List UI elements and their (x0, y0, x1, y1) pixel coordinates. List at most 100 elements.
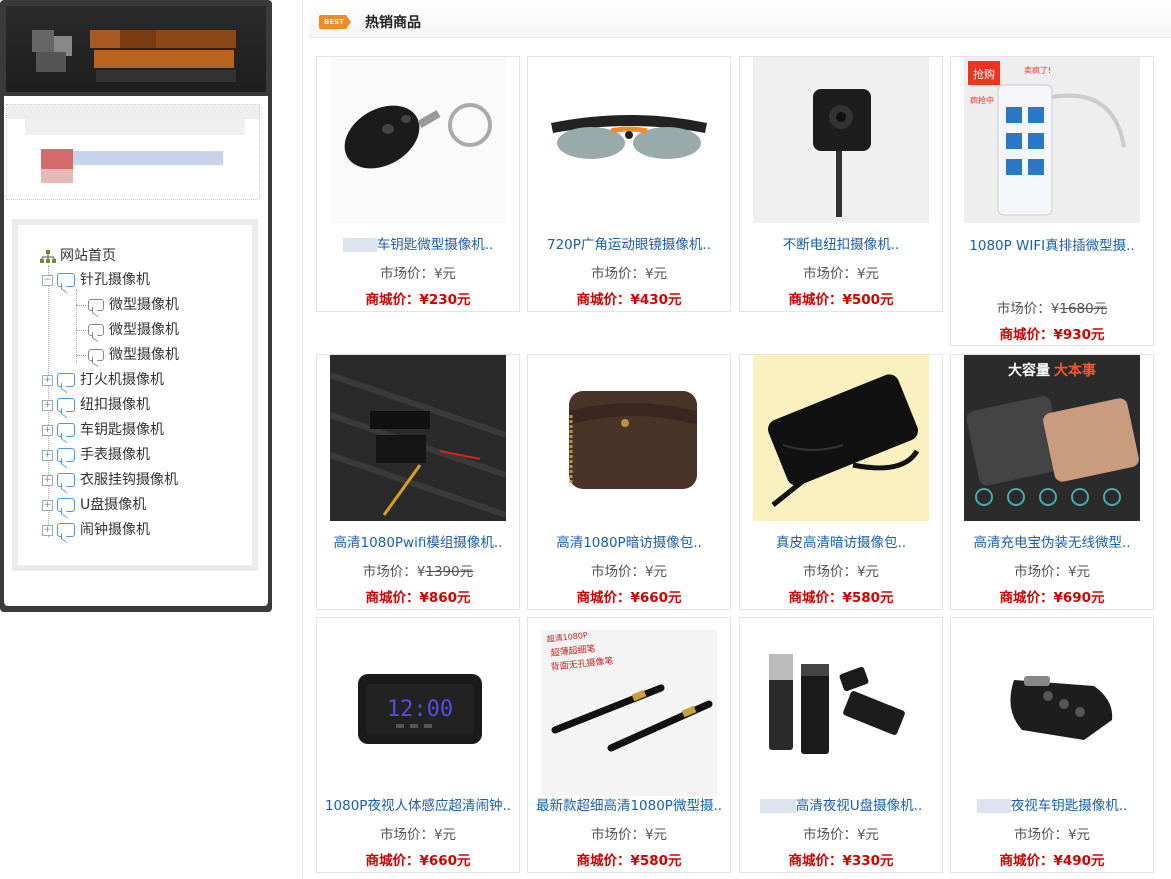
mall-price: 商城价：¥660元 (576, 590, 682, 606)
mall-price: 商城价：¥860元 (365, 590, 471, 606)
product-card[interactable]: 车钥匙微型摄像机.. 市场价：¥元 商城价：¥230元 (316, 56, 520, 312)
product-card[interactable]: 720P广角运动眼镜摄像机.. 市场价：¥元 商城价：¥430元 (527, 56, 731, 312)
product-card[interactable]: 夜视车钥匙摄像机.. 市场价：¥元 商城价：¥490元 (950, 617, 1154, 873)
expand-icon[interactable]: + (42, 374, 53, 386)
tree-item[interactable]: + 纽扣摄像机 (42, 394, 150, 416)
market-price: 市场价：¥元 (802, 564, 880, 580)
power-strip-camera-image[interactable]: 抢购 卖疯了! 疯抢中 (964, 57, 1140, 223)
tree-subitem-label: 微型摄像机 (109, 322, 179, 338)
tree-subitem-label: 微型摄像机 (109, 347, 179, 363)
product-card[interactable]: 大容量 大本事 高清充电宝伪装无线微型.. 市场价：¥元 商城价：¥690元 (950, 354, 1154, 610)
product-card[interactable]: 12:00 1080P夜视人体感应超清闹钟.. 市场价：¥元 商城价：¥660元 (316, 617, 520, 873)
svg-text:疯抢中: 疯抢中 (970, 95, 994, 105)
market-price: 市场价：¥元 (802, 827, 880, 843)
category-tree-panel: 网站首页 − 针孔摄像机 微型摄像机 微型摄像机 微型摄像机 + 打火机摄像机 … (12, 219, 258, 571)
expand-icon[interactable]: + (42, 499, 53, 511)
wifi-module-camera-image[interactable] (330, 355, 506, 521)
tree-item[interactable]: + 打火机摄像机 (42, 369, 164, 391)
market-price: 市场价：¥元 (590, 266, 668, 282)
product-name-link[interactable]: 夜视车钥匙摄像机.. (953, 794, 1151, 814)
tree-item[interactable]: + 闹钟摄像机 (42, 519, 150, 541)
folder-bubble-icon (57, 373, 75, 387)
collapse-icon[interactable]: − (42, 274, 53, 286)
tree-subitem[interactable]: 微型摄像机 (76, 344, 179, 366)
expand-icon[interactable]: + (42, 449, 53, 461)
market-price: 市场价：¥元 (1013, 564, 1091, 580)
button-camera-image[interactable] (753, 57, 929, 223)
alarm-clock-camera-image[interactable]: 12:00 (330, 630, 506, 796)
product-card[interactable]: 超清1080P 超薄超细笔 背面无孔摄像笔 最新款超细高清1080P微型摄.. 市场… (527, 617, 731, 873)
product-name[interactable]: 车钥匙微型摄像机.. (377, 237, 494, 253)
tree-item-label: 闹钟摄像机 (80, 522, 150, 538)
leaf-bubble-icon (88, 349, 104, 361)
handbag-camera-image[interactable] (541, 355, 717, 521)
market-price: 市场价：¥1390元 (362, 564, 474, 580)
expand-icon[interactable]: + (42, 524, 53, 536)
brand-logo-banner (6, 6, 266, 92)
product-name[interactable]: 高清夜视U盘摄像机.. (796, 798, 922, 814)
product-name-link[interactable]: 车钥匙微型摄像机.. (319, 233, 517, 253)
product-card[interactable]: 不断电纽扣摄像机.. 市场价：¥元 商城价：¥500元 (739, 56, 943, 312)
wallet-camera-image[interactable] (753, 355, 929, 521)
product-card[interactable]: 抢购 卖疯了! 疯抢中 1080P WIFI真排插微型摄.. 市场价：¥1680元 … (950, 56, 1154, 346)
tree-item-label: 衣服挂钩摄像机 (80, 472, 178, 488)
power-bank-camera-image[interactable]: 大容量 大本事 (964, 355, 1140, 521)
expand-icon[interactable]: + (42, 474, 53, 486)
product-name[interactable]: 1080P夜视人体感应超清闹钟.. (319, 794, 517, 814)
folder-bubble-icon (57, 398, 75, 412)
expand-icon[interactable]: + (42, 399, 53, 411)
tree-root[interactable]: 网站首页 (40, 245, 116, 267)
market-price: 市场价：¥元 (590, 827, 668, 843)
tree-subitem[interactable]: 微型摄像机 (76, 319, 179, 341)
mall-price: 商城价：¥230元 (365, 292, 471, 308)
sitemap-icon (40, 249, 56, 263)
product-card[interactable]: 高清1080Pwifi模组摄像机.. 市场价：¥1390元 商城价：¥860元 (316, 354, 520, 610)
mall-price: 商城价：¥490元 (999, 853, 1105, 869)
mall-price: 商城价：¥500元 (788, 292, 894, 308)
expand-icon[interactable]: + (42, 424, 53, 436)
tree-item-label: U盘摄像机 (80, 497, 147, 513)
product-name[interactable]: 夜视车钥匙摄像机.. (1011, 798, 1128, 814)
product-name[interactable]: 最新款超细高清1080P微型摄.. (530, 794, 728, 814)
svg-text:卖疯了!: 卖疯了! (1024, 65, 1051, 75)
folder-bubble-icon (57, 473, 75, 487)
market-price: 市场价：¥1680元 (996, 301, 1108, 317)
shop-info-box (6, 104, 260, 200)
svg-text:抢购: 抢购 (973, 67, 995, 81)
folder-bubble-icon (57, 423, 75, 437)
tree-subitem-label: 微型摄像机 (109, 297, 179, 313)
product-name-link[interactable]: 高清夜视U盘摄像机.. (742, 794, 940, 814)
car-key-camera-image[interactable] (330, 57, 506, 223)
usb-camera-image[interactable] (753, 630, 929, 796)
tree-item-label: 车钥匙摄像机 (80, 422, 164, 438)
mall-price: 商城价：¥580元 (576, 853, 682, 869)
car-key-camera-2-image[interactable] (964, 630, 1140, 796)
tree-item[interactable]: + 车钥匙摄像机 (42, 419, 164, 441)
tree-subitem[interactable]: 微型摄像机 (76, 294, 179, 316)
leaf-bubble-icon (88, 324, 104, 336)
product-card[interactable]: 真皮高清暗访摄像包.. 市场价：¥元 商城价：¥580元 (739, 354, 943, 610)
pen-camera-image[interactable]: 超清1080P 超薄超细笔 背面无孔摄像笔 (541, 630, 717, 796)
product-name[interactable]: 不断电纽扣摄像机.. (742, 233, 940, 253)
product-name[interactable]: 真皮高清暗访摄像包.. (742, 531, 940, 551)
folder-bubble-icon (57, 498, 75, 512)
mall-price: 商城价：¥580元 (788, 590, 894, 606)
section-header: BEST 热销商品 (309, 4, 1171, 38)
product-name[interactable]: 1080P WIFI真排插微型摄.. (953, 233, 1151, 260)
mall-price: 商城价：¥330元 (788, 853, 894, 869)
tree-item[interactable]: + 衣服挂钩摄像机 (42, 469, 178, 491)
folder-bubble-icon (57, 523, 75, 537)
product-name[interactable]: 720P广角运动眼镜摄像机.. (530, 233, 728, 253)
tree-item[interactable]: + 手表摄像机 (42, 444, 150, 466)
product-name[interactable]: 高清1080P暗访摄像包.. (530, 531, 728, 551)
tree-item-pinhole[interactable]: − 针孔摄像机 (42, 269, 150, 291)
product-name[interactable]: 高清1080Pwifi模组摄像机.. (319, 531, 517, 551)
tree-item[interactable]: + U盘摄像机 (42, 494, 146, 516)
sport-glasses-camera-image[interactable] (541, 57, 717, 223)
market-price: 市场价：¥元 (1013, 827, 1091, 843)
mall-price: 商城价：¥660元 (365, 853, 471, 869)
tree-item-label: 打火机摄像机 (80, 372, 164, 388)
product-card[interactable]: 高清夜视U盘摄像机.. 市场价：¥元 商城价：¥330元 (739, 617, 943, 873)
product-name[interactable]: 高清充电宝伪装无线微型.. (953, 531, 1151, 551)
product-card[interactable]: 高清1080P暗访摄像包.. 市场价：¥元 商城价：¥660元 (527, 354, 731, 610)
